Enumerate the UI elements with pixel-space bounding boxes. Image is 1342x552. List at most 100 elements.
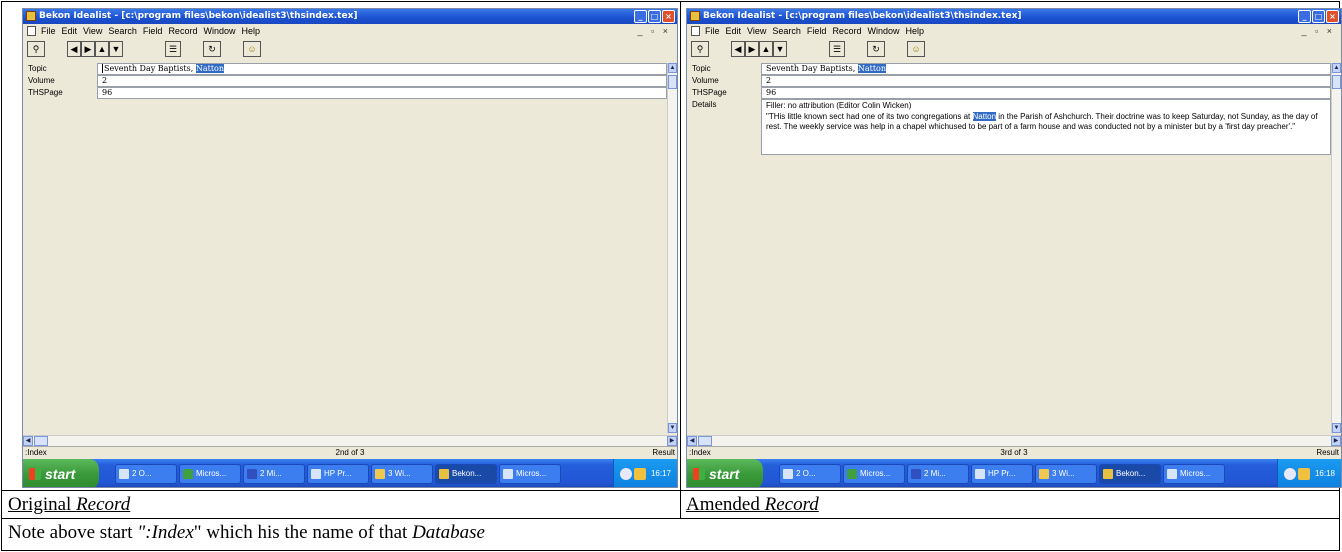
menu-edit[interactable]: Edit [726,24,742,38]
task-explorer[interactable]: 3 Wi... [1035,464,1097,484]
menu-window[interactable]: Window [867,24,899,38]
vertical-scrollbar[interactable]: ▲ ▼ [667,63,677,433]
hscroll-thumb[interactable] [698,436,712,446]
task-word[interactable]: 2 Mi... [907,464,969,484]
field-volume[interactable]: 2 [97,75,667,87]
scroll-down-icon[interactable]: ▼ [1332,423,1341,433]
document-icon[interactable] [27,26,36,36]
menu-record[interactable]: Record [832,24,861,38]
menu-view[interactable]: View [747,24,766,38]
scroll-left-icon[interactable]: ◀ [23,436,33,446]
scroll-down-icon[interactable]: ▼ [668,423,677,433]
tray-network-icon[interactable] [634,468,646,480]
menu-search[interactable]: Search [772,24,801,38]
menu-file[interactable]: File [705,24,720,38]
menu-help[interactable]: Help [241,24,260,38]
menu-file[interactable]: File [41,24,56,38]
vertical-scrollbar[interactable]: ▲ ▼ [1331,63,1341,433]
app-star-icon [1167,469,1177,479]
smiley-button[interactable]: ☺ [243,41,261,57]
refresh-button[interactable]: ↻ [867,41,885,57]
arrow-down-icon: ▼ [111,44,121,54]
task-microsoft[interactable]: Micros... [499,464,561,484]
field-details[interactable]: Filler: no attribution (Editor Colin Wic… [761,99,1331,155]
first-record-button[interactable]: ◀ [67,41,81,57]
task-excel[interactable]: Micros... [843,464,905,484]
task-word[interactable]: 2 Mi... [243,464,305,484]
menu-edit[interactable]: Edit [62,24,78,38]
task-bekon[interactable]: Bekon... [1099,464,1161,484]
topic-highlight: Natton [857,64,887,73]
scroll-right-icon[interactable]: ▶ [1331,436,1341,446]
menu-window[interactable]: Window [203,24,235,38]
task-microsoft[interactable]: Micros... [1163,464,1225,484]
horizontal-scrollbar[interactable]: ◀ ▶ [23,435,677,446]
maximize-button[interactable]: □ [648,10,661,23]
menu-field[interactable]: Field [143,24,163,38]
status-record-position: 2nd of 3 [335,448,365,457]
horizontal-scrollbar[interactable]: ◀ ▶ [687,435,1341,446]
taskbar: start 2 O... Micros... 2 Mi... HP Pr... … [23,459,677,487]
next-record-button[interactable]: ▶ [81,41,95,57]
mdi-window-controls[interactable]: _ ▫ × [638,24,671,38]
search-button[interactable]: ⚲ [27,41,45,57]
task-label: 2 Mi... [260,469,282,478]
next-record-button[interactable]: ▶ [745,41,759,57]
scroll-thumb[interactable] [1332,75,1341,89]
tray-network-icon[interactable] [1298,468,1310,480]
refresh-button[interactable]: ↻ [203,41,221,57]
scroll-right-icon[interactable]: ▶ [667,436,677,446]
task-label: 2 O... [132,469,152,478]
arrow-down-icon: ▼ [775,44,785,54]
menu-search[interactable]: Search [108,24,137,38]
field-volume[interactable]: 2 [761,75,1331,87]
close-button[interactable]: × [1326,10,1339,23]
field-topic[interactable]: Seventh Day Baptists, Natton [761,63,1331,75]
field-thspage[interactable]: 96 [761,87,1331,99]
start-button[interactable]: start [23,459,99,487]
field-topic[interactable]: Seventh Day Baptists, Natton [97,63,667,75]
list-button[interactable]: ☰ [165,41,181,57]
document-icon[interactable] [691,26,700,36]
minimize-button[interactable]: _ [634,10,647,23]
task-explorer[interactable]: 3 Wi... [371,464,433,484]
tray-icon[interactable] [620,468,632,480]
search-button[interactable]: ⚲ [691,41,709,57]
up-button[interactable]: ▲ [95,41,109,57]
task-hp[interactable]: HP Pr... [307,464,369,484]
menu-record[interactable]: Record [168,24,197,38]
scroll-up-icon[interactable]: ▲ [1332,63,1341,73]
list-button[interactable]: ☰ [829,41,845,57]
task-bekon[interactable]: Bekon... [435,464,497,484]
close-button[interactable]: × [662,10,675,23]
tray-icon[interactable] [1284,468,1296,480]
up-button[interactable]: ▲ [759,41,773,57]
task-hp[interactable]: HP Pr... [971,464,1033,484]
minimize-button[interactable]: _ [1298,10,1311,23]
scroll-thumb[interactable] [668,75,677,89]
envelope-icon [783,469,793,479]
menu-view[interactable]: View [83,24,102,38]
app-icon [690,11,700,21]
maximize-button[interactable]: □ [1312,10,1325,23]
first-record-button[interactable]: ◀ [731,41,745,57]
arrow-right-icon: ▶ [84,44,92,54]
list-icon: ☰ [832,44,842,54]
note-text-2: " which his the name of that [193,522,413,543]
hscroll-thumb[interactable] [34,436,48,446]
mdi-window-controls[interactable]: _ ▫ × [1302,24,1335,38]
down-button[interactable]: ▼ [773,41,787,57]
field-label-thspage: THSPage [28,88,63,97]
field-thspage[interactable]: 96 [97,87,667,99]
start-button[interactable]: start [687,459,763,487]
smiley-button[interactable]: ☺ [907,41,925,57]
menu-help[interactable]: Help [905,24,924,38]
menu-bar: File Edit View Search Field Record Windo… [687,24,1341,38]
scroll-left-icon[interactable]: ◀ [687,436,697,446]
down-button[interactable]: ▼ [109,41,123,57]
task-excel[interactable]: Micros... [179,464,241,484]
scroll-up-icon[interactable]: ▲ [668,63,677,73]
task-outlook[interactable]: 2 O... [115,464,177,484]
menu-field[interactable]: Field [807,24,827,38]
task-outlook[interactable]: 2 O... [779,464,841,484]
